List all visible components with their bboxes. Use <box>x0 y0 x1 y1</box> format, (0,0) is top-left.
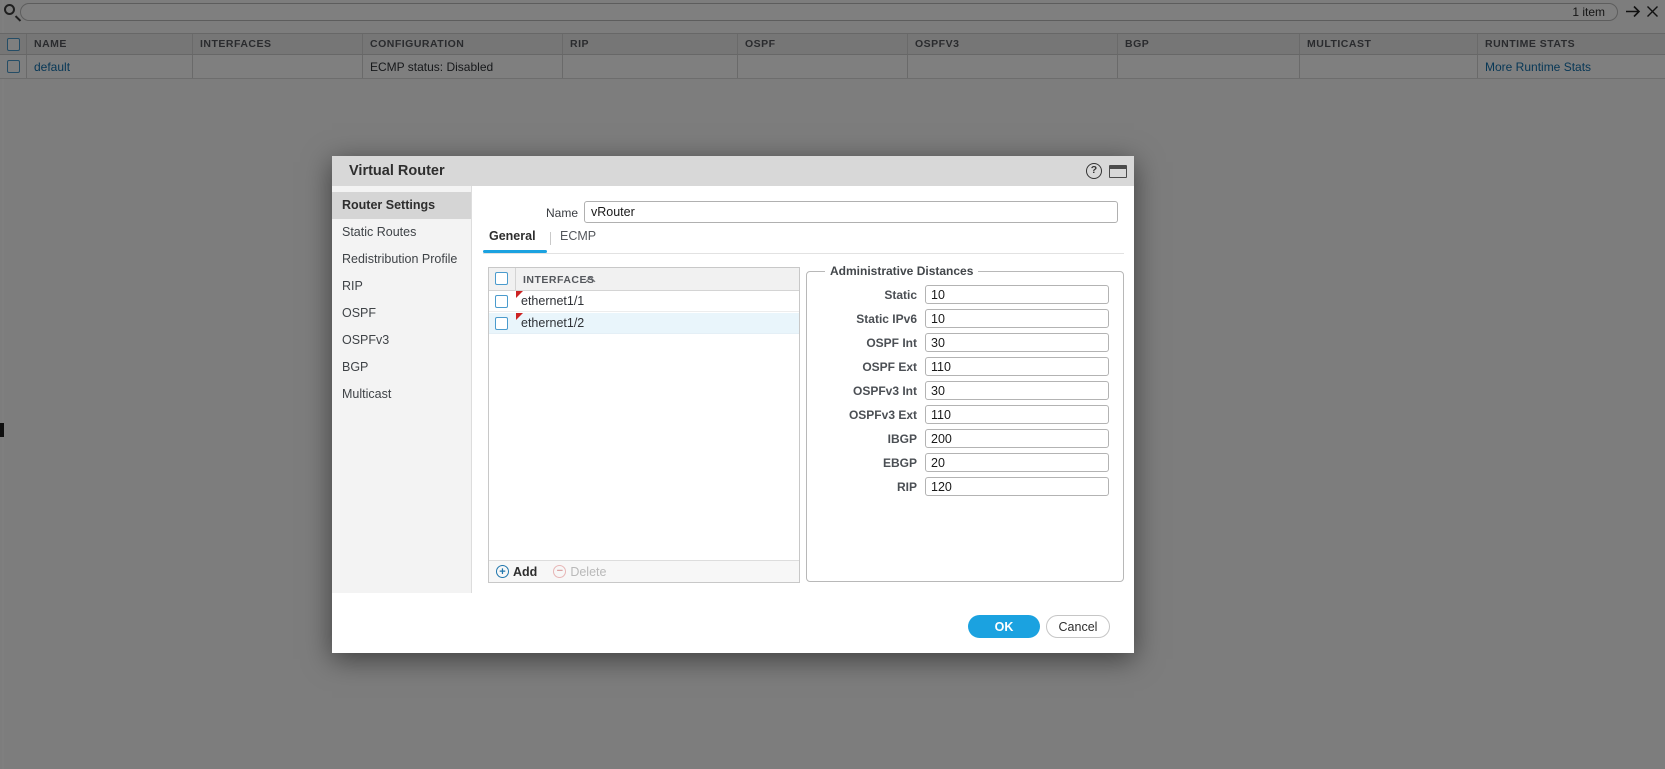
cancel-button[interactable]: Cancel <box>1046 615 1110 638</box>
adm-row-ebgp: EBGP <box>817 452 1113 473</box>
ebgp-input[interactable] <box>925 453 1109 472</box>
add-button[interactable]: Add <box>496 565 537 579</box>
interface-row-ethernet1-1[interactable]: ethernet1/1 <box>489 291 799 312</box>
delete-button[interactable]: Delete <box>553 565 606 579</box>
tab-general[interactable]: General <box>489 229 536 243</box>
interface-row-ethernet1-2[interactable]: ethernet1/2 <box>489 313 799 334</box>
tab-divider <box>550 232 551 245</box>
interface-name: ethernet1/2 <box>521 316 584 330</box>
sidebar-item-router-settings[interactable]: Router Settings <box>332 192 471 219</box>
ibgp-input[interactable] <box>925 429 1109 448</box>
interface-checkbox[interactable] <box>495 317 508 330</box>
help-icon[interactable] <box>1086 163 1102 179</box>
sidebar-item-ospf[interactable]: OSPF <box>332 300 471 327</box>
interfaces-select-all-checkbox[interactable] <box>495 272 508 285</box>
adm-row-ospf-ext: OSPF Ext <box>817 356 1113 377</box>
static-input[interactable] <box>925 285 1109 304</box>
ospf-int-label: OSPF Int <box>817 336 925 350</box>
interface-name: ethernet1/1 <box>521 294 584 308</box>
plus-circle-icon <box>496 565 509 578</box>
tab-ecmp[interactable]: ECMP <box>560 229 596 243</box>
adm-row-static-ipv6: Static IPv6 <box>817 308 1113 329</box>
ospf-ext-input[interactable] <box>925 357 1109 376</box>
dialog-titlebar: Virtual Router <box>332 156 1134 186</box>
active-tab-underline <box>483 250 547 253</box>
sidebar-item-ospfv3[interactable]: OSPFv3 <box>332 327 471 354</box>
static-ipv6-input[interactable] <box>925 309 1109 328</box>
adm-row-ospfv3-int: OSPFv3 Int <box>817 380 1113 401</box>
adm-row-static: Static <box>817 284 1113 305</box>
popout-window-icon[interactable] <box>1109 165 1127 178</box>
interfaces-header: INTERFACES <box>489 268 799 291</box>
rip-label: RIP <box>817 480 925 494</box>
ospfv3-int-input[interactable] <box>925 381 1109 400</box>
administrative-distances-group: Administrative Distances Static Static I… <box>806 264 1124 582</box>
ospfv3-int-label: OSPFv3 Int <box>817 384 925 398</box>
interfaces-panel: INTERFACES ethernet1/1 ethernet1/2 Add D… <box>488 267 800 583</box>
tabs-rule <box>483 253 1124 254</box>
ibgp-label: IBGP <box>817 432 925 446</box>
sidebar-item-redistribution-profile[interactable]: Redistribution Profile <box>332 246 471 273</box>
interface-checkbox[interactable] <box>495 295 508 308</box>
sidebar-item-multicast[interactable]: Multicast <box>332 381 471 408</box>
ospf-ext-label: OSPF Ext <box>817 360 925 374</box>
virtual-router-dialog: Virtual Router Router Settings Static Ro… <box>332 156 1134 653</box>
ospf-int-input[interactable] <box>925 333 1109 352</box>
minus-circle-icon <box>553 565 566 578</box>
dialog-sidebar: Router Settings Static Routes Redistribu… <box>332 186 472 593</box>
interfaces-column-divider <box>515 268 516 290</box>
ebgp-label: EBGP <box>817 456 925 470</box>
dialog-title: Virtual Router <box>349 163 445 179</box>
static-ipv6-label: Static IPv6 <box>817 312 925 326</box>
add-button-label: Add <box>513 565 537 579</box>
name-field-label: Name <box>492 206 578 220</box>
adm-row-ospfv3-ext: OSPFv3 Ext <box>817 404 1113 425</box>
name-input[interactable] <box>584 201 1118 223</box>
rip-input[interactable] <box>925 477 1109 496</box>
sidebar-item-rip[interactable]: RIP <box>332 273 471 300</box>
adm-row-ibgp: IBGP <box>817 428 1113 449</box>
administrative-distances-legend: Administrative Distances <box>825 264 978 278</box>
adm-row-ospf-int: OSPF Int <box>817 332 1113 353</box>
sidebar-item-static-routes[interactable]: Static Routes <box>332 219 471 246</box>
interfaces-footer: Add Delete <box>489 560 799 582</box>
ok-button[interactable]: OK <box>968 615 1040 638</box>
ospfv3-ext-input[interactable] <box>925 405 1109 424</box>
delete-button-label: Delete <box>570 565 606 579</box>
static-label: Static <box>817 288 925 302</box>
ospfv3-ext-label: OSPFv3 Ext <box>817 408 925 422</box>
sidebar-item-bgp[interactable]: BGP <box>332 354 471 381</box>
adm-row-rip: RIP <box>817 476 1113 497</box>
interfaces-column-header[interactable]: INTERFACES <box>523 274 595 286</box>
